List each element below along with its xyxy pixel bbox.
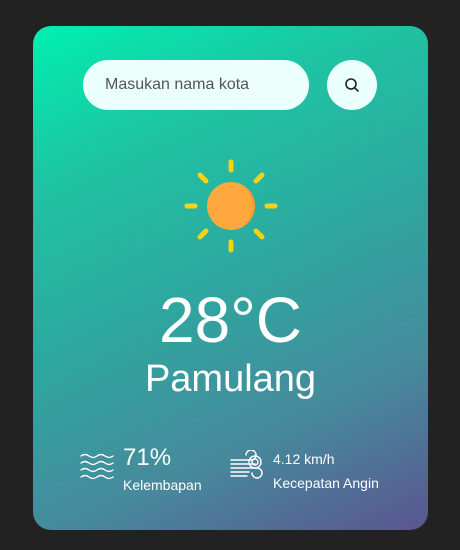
search-bar bbox=[83, 60, 378, 110]
humidity-label: Kelembapan bbox=[123, 477, 202, 493]
city-search-input[interactable] bbox=[83, 60, 309, 110]
search-button[interactable] bbox=[327, 60, 377, 110]
sun-icon bbox=[184, 159, 278, 253]
wind-detail: 4.12 km/h Kecepatan Angin bbox=[229, 444, 379, 492]
search-icon bbox=[345, 78, 359, 92]
wind-speed-value: 4.12 km/h bbox=[273, 451, 335, 467]
humidity-detail: 71% Kelembapan bbox=[79, 444, 202, 494]
humidity-value: 71% bbox=[123, 444, 172, 471]
city-name: Pamulang bbox=[144, 358, 317, 400]
wind-icon bbox=[230, 450, 263, 479]
waves-icon bbox=[80, 453, 114, 480]
wind-label: Kecepatan Angin bbox=[273, 475, 379, 491]
weather-card: 28°C Pamulang 71% Kelembapan bbox=[33, 26, 428, 530]
temperature: 28°C bbox=[159, 284, 302, 356]
